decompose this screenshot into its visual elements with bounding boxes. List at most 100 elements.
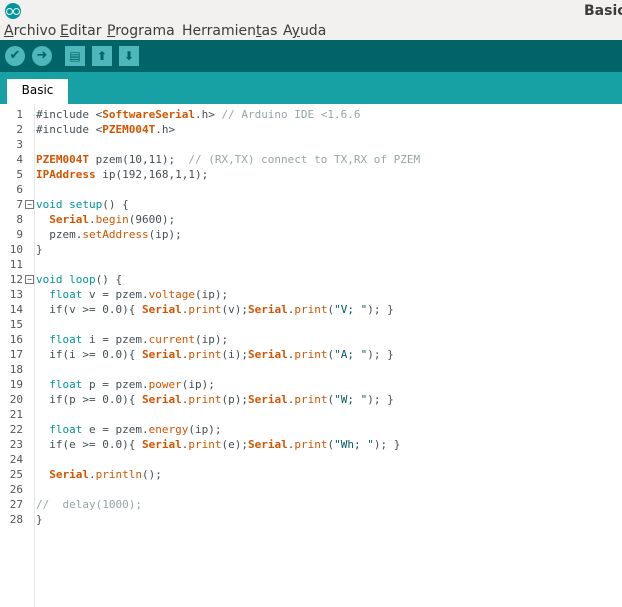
line-number: 4	[16, 153, 23, 166]
new-sketch-button[interactable]: ▤	[65, 46, 85, 66]
code-line[interactable]: 17 if(i >= 0.0){ Serial.print(i);Serial.…	[0, 347, 622, 362]
code-line[interactable]: 3	[0, 137, 622, 152]
line-number: 7	[16, 198, 23, 211]
code-text: #include <SoftwareSerial.h> // Arduino I…	[36, 108, 361, 121]
code-text: Serial.begin(9600);	[49, 213, 176, 226]
code-line[interactable]: 15	[0, 317, 622, 332]
code-text: Serial.println();	[49, 468, 162, 481]
code-line[interactable]: 22 float e = pzem.energy(ip);	[0, 422, 622, 437]
menu-programa[interactable]: Programa	[107, 23, 175, 39]
code-line[interactable]: 8 Serial.begin(9600);	[0, 212, 622, 227]
code-line[interactable]: 9 pzem.setAddress(ip);	[0, 227, 622, 242]
fold-toggle-icon[interactable]: −	[25, 275, 34, 284]
code-text: // delay(1000);	[36, 498, 142, 511]
code-line[interactable]: 13 float v = pzem.voltage(ip);	[0, 287, 622, 302]
code-line[interactable]: 14 if(v >= 0.0){ Serial.print(v);Serial.…	[0, 302, 622, 317]
line-number: 23	[9, 438, 23, 451]
code-line[interactable]: 20 if(p >= 0.0){ Serial.print(p);Serial.…	[0, 392, 622, 407]
line-number: 11	[9, 258, 23, 271]
tab-basic[interactable]: Basic	[7, 79, 68, 104]
menu-archivo[interactable]: Archivo	[4, 23, 56, 39]
arrow-up-icon: ⬆	[96, 49, 108, 63]
code-line[interactable]: 6	[0, 182, 622, 197]
line-number: 22	[9, 423, 23, 436]
line-number: 1	[16, 108, 23, 121]
menu-herramientas[interactable]: Herramientas	[182, 23, 277, 39]
code-line[interactable]: 18	[0, 362, 622, 377]
line-number: 17	[9, 348, 23, 361]
code-line[interactable]: 26	[0, 482, 622, 497]
line-number: 24	[9, 453, 23, 466]
code-line[interactable]: 23 if(e >= 0.0){ Serial.print(e);Serial.…	[0, 437, 622, 452]
menu-editar[interactable]: Editar	[60, 23, 101, 39]
code-line[interactable]: 27 // delay(1000);	[0, 497, 622, 512]
code-line[interactable]: 2 #include <PZEM004T.h>	[0, 122, 622, 137]
line-number: 10	[9, 243, 23, 256]
code-line[interactable]: 1 #include <SoftwareSerial.h> // Arduino …	[0, 107, 622, 122]
line-number: 26	[9, 483, 23, 496]
code-text: }	[36, 513, 43, 526]
open-sketch-button[interactable]: ⬆	[92, 46, 112, 66]
code-line[interactable]: 19 float p = pzem.power(ip);	[0, 377, 622, 392]
code-line[interactable]: 12− void loop() {	[0, 272, 622, 287]
code-text: float v = pzem.voltage(ip);	[49, 288, 229, 301]
code-text: #include <PZEM004T.h>	[36, 123, 176, 136]
code-line[interactable]: 4 PZEM004T pzem(10,11); // (RX,TX) connec…	[0, 152, 622, 167]
fold-toggle-icon[interactable]: −	[25, 200, 34, 209]
code-text: pzem.setAddress(ip);	[36, 228, 182, 241]
code-text: }	[36, 243, 43, 256]
code-line[interactable]: 16 float i = pzem.current(ip);	[0, 332, 622, 347]
line-number: 12	[9, 273, 23, 286]
arrow-down-icon: ⬇	[123, 49, 135, 63]
line-number: 15	[9, 318, 23, 331]
code-text: if(v >= 0.0){ Serial.print(v);Serial.pri…	[49, 303, 394, 316]
line-number: 5	[16, 168, 23, 181]
save-sketch-button[interactable]: ⬇	[119, 46, 139, 66]
code-text: float e = pzem.energy(ip);	[49, 423, 222, 436]
line-number: 19	[9, 378, 23, 391]
verify-button[interactable]: ✔	[5, 46, 25, 66]
code-text: if(e >= 0.0){ Serial.print(e);Serial.pri…	[49, 438, 401, 451]
code-text: void setup() {	[36, 198, 129, 211]
line-number: 16	[9, 333, 23, 346]
window-title: Basic	[584, 3, 622, 19]
code-line[interactable]: 28}	[0, 512, 622, 527]
code-text: float i = pzem.current(ip);	[49, 333, 229, 346]
title-bar: Basic	[0, 0, 622, 22]
code-line[interactable]: 25 Serial.println();	[0, 467, 622, 482]
code-text: void loop() {	[36, 273, 123, 286]
code-line[interactable]: 5 IPAddress ip(192,168,1,1);	[0, 167, 622, 182]
line-number: 25	[9, 468, 23, 481]
toolbar: ✔ ➜ ▤ ⬆ ⬇	[0, 40, 622, 72]
code-text: if(p >= 0.0){ Serial.print(p);Serial.pri…	[49, 393, 394, 406]
code-text: float p = pzem.power(ip);	[49, 378, 215, 391]
line-number: 14	[9, 303, 23, 316]
code-line[interactable]: 7− void setup() {	[0, 197, 622, 212]
line-number: 9	[16, 228, 23, 241]
code-editor[interactable]: 1 #include <SoftwareSerial.h> // Arduino …	[0, 104, 622, 607]
checkmark-icon: ✔	[9, 48, 21, 63]
line-number: 2	[16, 123, 23, 136]
code-line[interactable]: 11	[0, 257, 622, 272]
arrow-right-icon: ➜	[36, 48, 48, 63]
code-line[interactable]: 21	[0, 407, 622, 422]
code-text: IPAddress ip(192,168,1,1);	[36, 168, 209, 181]
line-number: 6	[16, 183, 23, 196]
arduino-logo-icon	[5, 3, 21, 19]
code-line[interactable]: 24	[0, 452, 622, 467]
upload-button[interactable]: ➜	[32, 46, 52, 66]
line-number: 3	[16, 138, 23, 151]
menu-bar: Archivo Editar Programa Herramientas Ayu…	[0, 22, 622, 40]
tab-bar: Basic	[0, 72, 622, 104]
code-line[interactable]: 10}	[0, 242, 622, 257]
line-number: 8	[16, 213, 23, 226]
line-number: 20	[9, 393, 23, 406]
document-icon: ▤	[69, 49, 81, 63]
code-text: if(i >= 0.0){ Serial.print(i);Serial.pri…	[49, 348, 394, 361]
menu-ayuda[interactable]: Ayuda	[283, 23, 326, 39]
line-number: 18	[9, 363, 23, 376]
code-text: PZEM004T pzem(10,11); // (RX,TX) connect…	[36, 153, 421, 166]
line-number: 28	[9, 513, 23, 526]
line-number: 21	[9, 408, 23, 421]
line-number: 27	[9, 498, 23, 511]
